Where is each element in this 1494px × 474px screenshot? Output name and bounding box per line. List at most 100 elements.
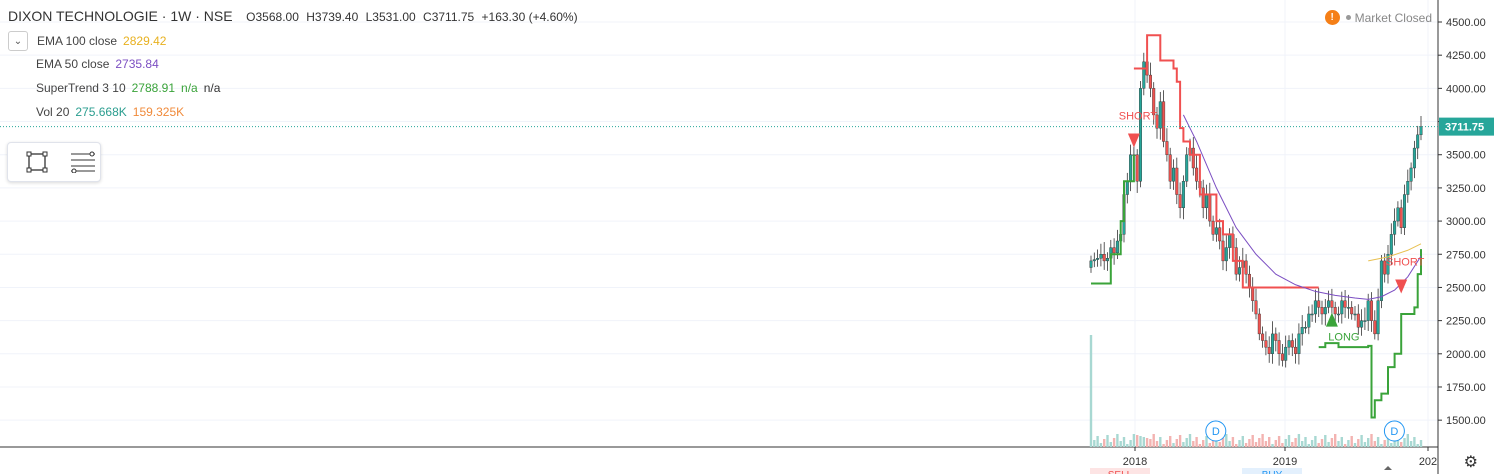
candle-body[interactable] <box>1257 313 1261 335</box>
candle-body[interactable] <box>1102 254 1106 262</box>
candle-body[interactable] <box>1360 320 1364 328</box>
candle-body[interactable] <box>1310 313 1314 316</box>
candle-body[interactable] <box>1284 346 1288 361</box>
candle-body[interactable] <box>1409 167 1413 182</box>
candle-body[interactable] <box>1158 101 1162 129</box>
candle-body[interactable] <box>1307 313 1311 328</box>
warning-icon[interactable]: ! <box>1324 10 1340 25</box>
settings-gear-icon[interactable]: ⚙ <box>1464 452 1478 472</box>
indicator-volume[interactable]: Vol 20 275.668K 159.325K <box>36 105 190 119</box>
candle-body[interactable] <box>1290 340 1294 348</box>
candle-body[interactable] <box>1402 194 1406 228</box>
candle-body[interactable] <box>1191 147 1195 169</box>
candle-body[interactable] <box>1092 259 1096 262</box>
candle-body[interactable] <box>1300 327 1304 335</box>
candle-body[interactable] <box>1363 320 1367 322</box>
candle-body[interactable] <box>1303 327 1307 329</box>
candle-body[interactable] <box>1247 273 1251 288</box>
candle-body[interactable] <box>1162 101 1166 142</box>
candle-body[interactable] <box>1327 300 1331 308</box>
candle-body[interactable] <box>1340 300 1344 315</box>
candle-body[interactable] <box>1168 154 1172 182</box>
collapse-icon[interactable]: ⌄ <box>8 31 28 51</box>
candle-body[interactable] <box>1323 307 1327 315</box>
market-status[interactable]: ! Market Closed <box>1324 10 1432 25</box>
candle-body[interactable] <box>1254 300 1258 315</box>
candle-body[interactable] <box>1350 307 1354 315</box>
candle-body[interactable] <box>1297 333 1301 354</box>
candle-body[interactable] <box>1353 313 1357 316</box>
candle-body[interactable] <box>1389 234 1393 255</box>
candle-body[interactable] <box>1264 340 1268 348</box>
candle-body[interactable] <box>1237 267 1241 275</box>
candle-body[interactable] <box>1115 240 1119 254</box>
candle-body[interactable] <box>1419 126 1423 136</box>
candle-body[interactable] <box>1211 220 1215 235</box>
candle-body[interactable] <box>1317 300 1321 308</box>
candle-body[interactable] <box>1208 194 1212 222</box>
candle-body[interactable] <box>1214 227 1218 235</box>
indicator-supertrend[interactable]: SuperTrend 3 10 2788.91 n/a n/a <box>36 81 226 95</box>
candle-body[interactable] <box>1112 247 1116 254</box>
candle-body[interactable] <box>1244 260 1248 275</box>
candle-body[interactable] <box>1185 154 1189 182</box>
candle-body[interactable] <box>1181 181 1185 209</box>
candle-body[interactable] <box>1416 134 1420 149</box>
candle-body[interactable] <box>1129 154 1133 182</box>
candle-body[interactable] <box>1195 167 1199 182</box>
candle-body[interactable] <box>1142 61 1146 89</box>
candle-body[interactable] <box>1280 353 1284 361</box>
candle-body[interactable] <box>1356 313 1360 328</box>
candle-body[interactable] <box>1267 346 1271 355</box>
candle-body[interactable] <box>1251 287 1255 301</box>
candle-body[interactable] <box>1294 346 1298 355</box>
candle-body[interactable] <box>1175 167 1179 195</box>
candle-body[interactable] <box>1096 258 1100 260</box>
candle-body[interactable] <box>1373 320 1377 335</box>
candle-body[interactable] <box>1099 254 1103 259</box>
candle-body[interactable] <box>1333 307 1337 315</box>
candle-body[interactable] <box>1125 181 1129 195</box>
candle-body[interactable] <box>1366 300 1370 321</box>
candle-body[interactable] <box>1178 194 1182 209</box>
candle-body[interactable] <box>1148 74 1152 89</box>
candle-body[interactable] <box>1369 300 1373 321</box>
indicator-ema50[interactable]: EMA 50 close 2735.84 <box>36 57 165 71</box>
candle-body[interactable] <box>1379 260 1383 301</box>
candle-body[interactable] <box>1376 300 1380 335</box>
candle-body[interactable] <box>1343 300 1347 308</box>
price-chart[interactable]: SHORT LONG SHORT D D 1500.00 1750.00 2000.00 225… <box>0 0 1494 474</box>
candle-body[interactable] <box>1277 340 1281 355</box>
candle-body[interactable] <box>1412 147 1416 169</box>
candle-body[interactable] <box>1396 207 1400 222</box>
y-axis-tick-label: 2000.00 <box>1446 349 1486 361</box>
candle-body[interactable] <box>1346 307 1350 309</box>
candle-body[interactable] <box>1320 307 1324 315</box>
scroll-up-icon[interactable] <box>1384 466 1392 470</box>
candle-body[interactable] <box>1105 258 1109 262</box>
rectangle-tool-button[interactable] <box>20 145 54 179</box>
candle-body[interactable] <box>1406 181 1410 195</box>
indicator-ema100[interactable]: ⌄ EMA 100 close 2829.42 <box>8 31 172 51</box>
candle-body[interactable] <box>1261 333 1265 341</box>
candle-body[interactable] <box>1204 194 1208 209</box>
candle-body[interactable] <box>1089 260 1093 268</box>
candle-body[interactable] <box>1201 187 1205 209</box>
candle-body[interactable] <box>1336 313 1340 316</box>
candle-body[interactable] <box>1135 154 1139 182</box>
candle-body[interactable] <box>1138 88 1142 182</box>
candle-body[interactable] <box>1313 300 1317 315</box>
fib-tool-button[interactable] <box>66 145 100 179</box>
candle-body[interactable] <box>1228 234 1232 248</box>
candle-body[interactable] <box>1393 220 1397 235</box>
candle-body[interactable] <box>1165 141 1169 155</box>
candle-body[interactable] <box>1399 207 1403 228</box>
candle-body[interactable] <box>1270 333 1274 354</box>
candle-body[interactable] <box>1224 247 1228 262</box>
candle-body[interactable] <box>1218 227 1222 242</box>
candle-body[interactable] <box>1287 340 1291 348</box>
candle-body[interactable] <box>1171 167 1175 182</box>
candle-body[interactable] <box>1221 240 1225 262</box>
candle-body[interactable] <box>1330 300 1334 308</box>
candle-body[interactable] <box>1274 333 1278 341</box>
